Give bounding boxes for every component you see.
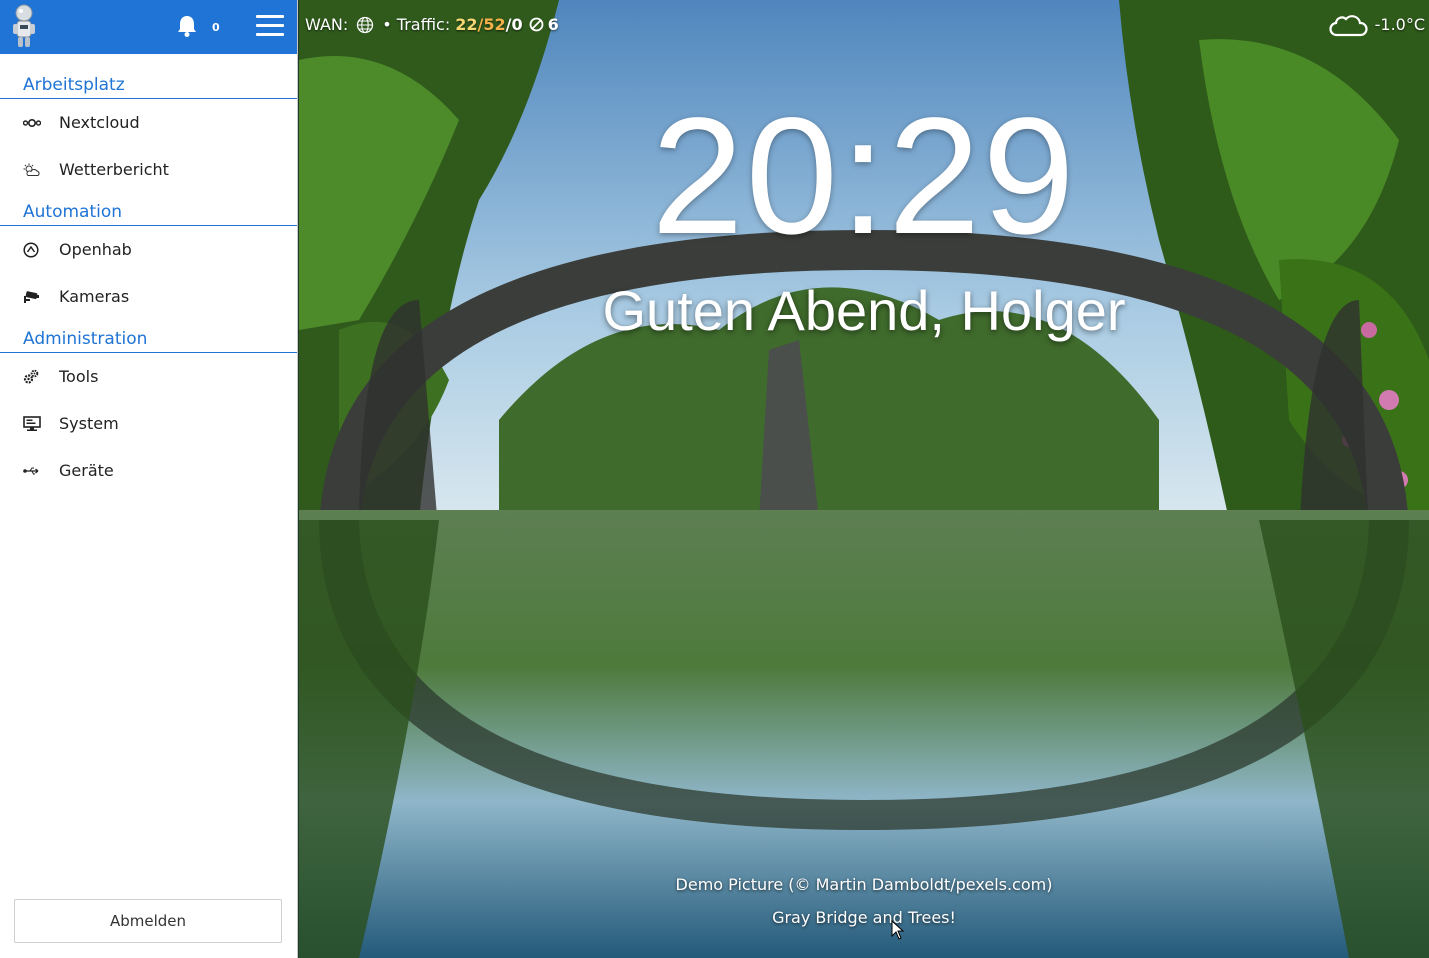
group-header-automation: Automation [0,198,297,226]
nextcloud-icon [0,118,59,128]
picture-credit[interactable]: Demo Picture (© Martin Damboldt/pexels.c… [299,875,1429,894]
blocked-counter[interactable]: 6 [529,15,559,34]
sidebar-topbar: 0 [0,0,297,54]
sidebar-item-label: Nextcloud [59,113,140,132]
hamburger-menu-icon[interactable] [256,15,284,39]
usb-icon [0,466,59,476]
network-status: WAN: • Traffic: 22/52/0 6 [305,15,559,34]
traffic-in-value: 22 [455,15,478,34]
weather-widget[interactable]: -1.0°C [1329,10,1425,38]
sidebar-item-wetterbericht[interactable]: Wetterbericht [0,146,297,193]
gears-icon [0,369,59,385]
monitor-icon [0,415,59,432]
wan-label: WAN: [305,15,349,34]
bell-icon [178,16,196,37]
sidebar-item-label: Wetterbericht [59,160,169,179]
traffic-label: • Traffic: [382,15,451,34]
sidebar-item-system[interactable]: System [0,400,297,447]
globe-icon[interactable] [356,16,374,34]
notifications-button[interactable]: 0 [176,14,220,38]
sidebar-item-tools[interactable]: Tools [0,353,297,400]
temperature: -1.0°C [1374,14,1425,34]
logo-icon[interactable] [8,3,40,49]
group-header-arbeitsplatz: Arbeitsplatz [0,71,297,99]
greeting: Guten Abend, Holger [602,279,1126,342]
blocked-count: 6 [547,15,559,34]
sidebar-item-geraete[interactable]: Geräte [0,447,297,494]
blocked-icon [529,17,543,32]
sidebar: 0 Arbeitsplatz Nextcloud Wetterbericht A [0,0,298,958]
openhab-icon [0,241,59,258]
sidebar-item-label: Geräte [59,461,114,480]
camera-icon [0,290,59,304]
traffic-error-value: 0 [511,15,523,34]
sidebar-item-label: Tools [59,367,99,386]
background-picture: WAN: • Traffic: 22/52/0 6 -1.0°C 20:29 G… [299,0,1429,958]
sidebar-item-openhab[interactable]: Openhab [0,226,297,273]
sidebar-item-label: Kameras [59,287,130,306]
sidebar-item-label: Openhab [59,240,132,259]
sidebar-item-nextcloud[interactable]: Nextcloud [0,99,297,146]
weather-icon [0,163,59,177]
cloud-icon [1329,15,1368,37]
group-header-administration: Administration [0,325,297,353]
logout-button[interactable]: Abmelden [14,899,282,943]
sidebar-item-label: System [59,414,119,433]
mouse-cursor-icon [891,920,905,940]
notification-count: 0 [212,20,220,34]
clock: 20:29 [651,84,1077,269]
sidebar-item-kameras[interactable]: Kameras [0,273,297,320]
picture-title[interactable]: Gray Bridge and Trees! [299,908,1429,927]
traffic-out-value: 52 [483,15,506,34]
